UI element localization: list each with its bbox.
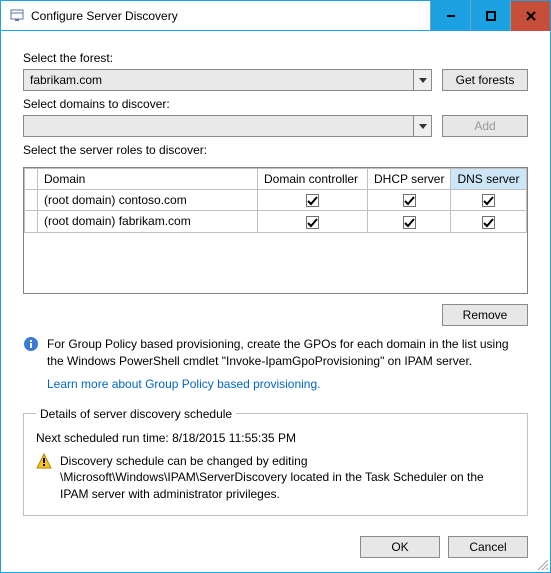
get-forests-button[interactable]: Get forests <box>442 69 528 91</box>
learn-more-link[interactable]: Learn more about Group Policy based prov… <box>47 376 321 393</box>
col-dc[interactable]: Domain controller <box>258 169 368 190</box>
table-header-row: Domain Domain controller DHCP server DNS… <box>25 169 527 190</box>
resize-grip[interactable] <box>536 558 548 570</box>
maximize-button[interactable] <box>470 1 510 31</box>
cell-dns-checkbox[interactable] <box>451 190 527 211</box>
col-dhcp[interactable]: DHCP server <box>368 169 451 190</box>
schedule-fieldset: Details of server discovery schedule Nex… <box>23 407 528 516</box>
forest-input[interactable] <box>24 73 413 87</box>
cell-dc-checkbox[interactable] <box>258 211 368 232</box>
cancel-button[interactable]: Cancel <box>448 536 528 558</box>
close-button[interactable] <box>510 1 550 31</box>
cell-dhcp-checkbox[interactable] <box>368 211 451 232</box>
roles-table: Domain Domain controller DHCP server DNS… <box>23 167 528 294</box>
chevron-down-icon[interactable] <box>413 116 431 136</box>
cell-domain: (root domain) contoso.com <box>38 190 258 211</box>
titlebar: Configure Server Discovery <box>1 1 550 31</box>
col-domain[interactable]: Domain <box>38 169 258 190</box>
forest-label: Select the forest: <box>23 51 528 65</box>
add-domain-button[interactable]: Add <box>442 115 528 137</box>
col-dns[interactable]: DNS server <box>451 169 527 190</box>
schedule-warning-text: Discovery schedule can be changed by edi… <box>60 453 515 503</box>
table-row[interactable]: (root domain) contoso.com <box>25 190 527 211</box>
cell-dc-checkbox[interactable] <box>258 190 368 211</box>
schedule-next-run: Next scheduled run time: 8/18/2015 11:55… <box>36 431 515 445</box>
cell-dhcp-checkbox[interactable] <box>368 190 451 211</box>
info-icon <box>23 336 39 352</box>
domains-combo[interactable] <box>23 115 432 137</box>
app-icon <box>9 8 25 24</box>
ok-button[interactable]: OK <box>360 536 440 558</box>
forest-combo[interactable] <box>23 69 432 91</box>
info-text: For Group Policy based provisioning, cre… <box>47 337 509 368</box>
domains-input[interactable] <box>24 119 413 133</box>
cell-domain: (root domain) fabrikam.com <box>38 211 258 232</box>
chevron-down-icon[interactable] <box>413 70 431 90</box>
warning-icon <box>36 453 52 469</box>
table-row[interactable]: (root domain) fabrikam.com <box>25 211 527 232</box>
remove-button[interactable]: Remove <box>442 304 528 326</box>
domains-label: Select domains to discover: <box>23 97 528 111</box>
cell-dns-checkbox[interactable] <box>451 211 527 232</box>
minimize-button[interactable] <box>430 1 470 31</box>
schedule-legend: Details of server discovery schedule <box>36 407 236 421</box>
window-title: Configure Server Discovery <box>31 9 430 23</box>
roles-label: Select the server roles to discover: <box>23 143 528 157</box>
